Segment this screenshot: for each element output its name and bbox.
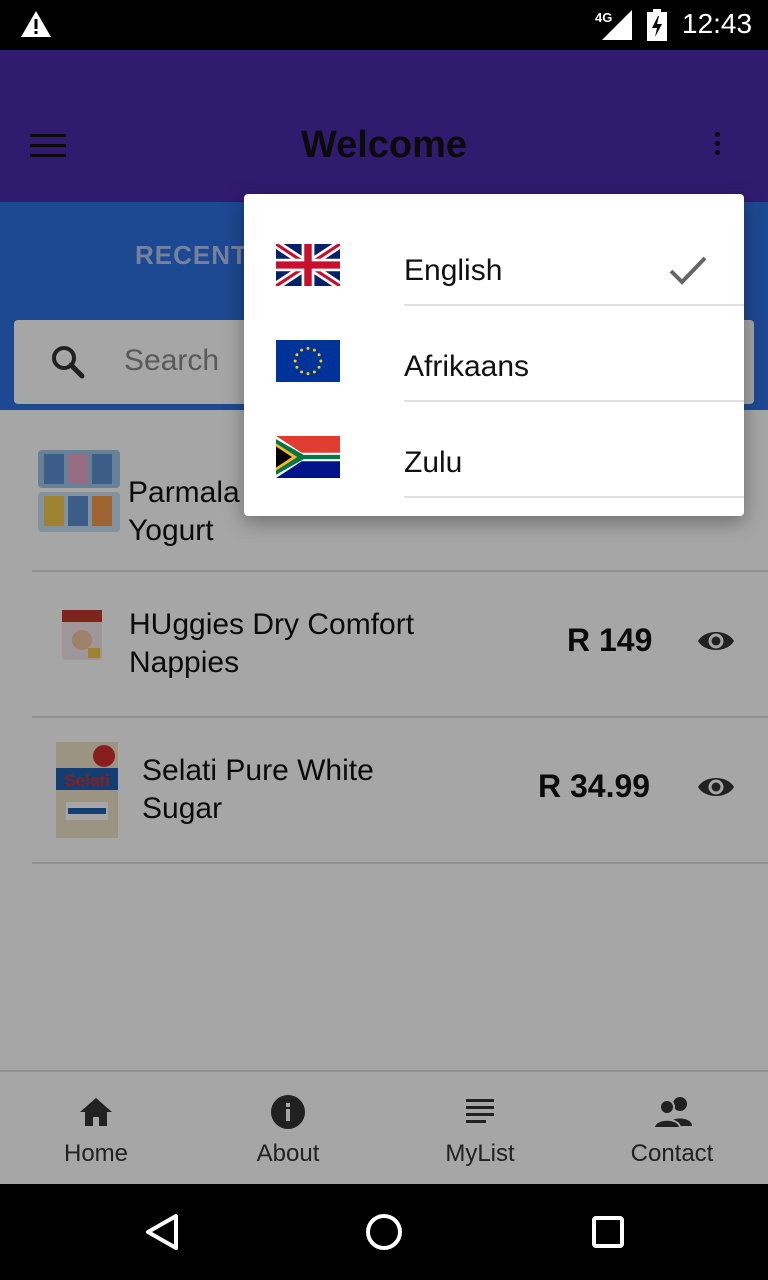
language-label: English [404, 254, 503, 287]
warning-icon [21, 11, 51, 37]
south-africa-flag-icon [276, 436, 340, 478]
eu-flag-icon [276, 340, 340, 382]
menu-item-afrikaans[interactable]: Afrikaans [244, 306, 744, 402]
signal-icon [602, 10, 632, 40]
battery-charging-icon [647, 9, 667, 41]
status-bar: 4G 12:43 [0, 0, 768, 50]
menu-item-zulu[interactable]: Zulu [244, 402, 744, 498]
clock: 12:43 [682, 8, 753, 39]
back-icon[interactable] [142, 1212, 182, 1252]
uk-flag-icon [276, 244, 340, 286]
language-label: Afrikaans [404, 350, 530, 383]
menu-item-english[interactable]: English [244, 210, 744, 306]
system-navigation-bar [0, 1184, 768, 1280]
language-label: Zulu [404, 446, 463, 479]
home-circle-icon[interactable] [364, 1212, 404, 1252]
language-menu: English Afrikaans Zulu [244, 194, 744, 516]
divider [404, 496, 744, 498]
checkmark-icon [669, 256, 707, 285]
recents-square-icon[interactable] [588, 1212, 628, 1252]
